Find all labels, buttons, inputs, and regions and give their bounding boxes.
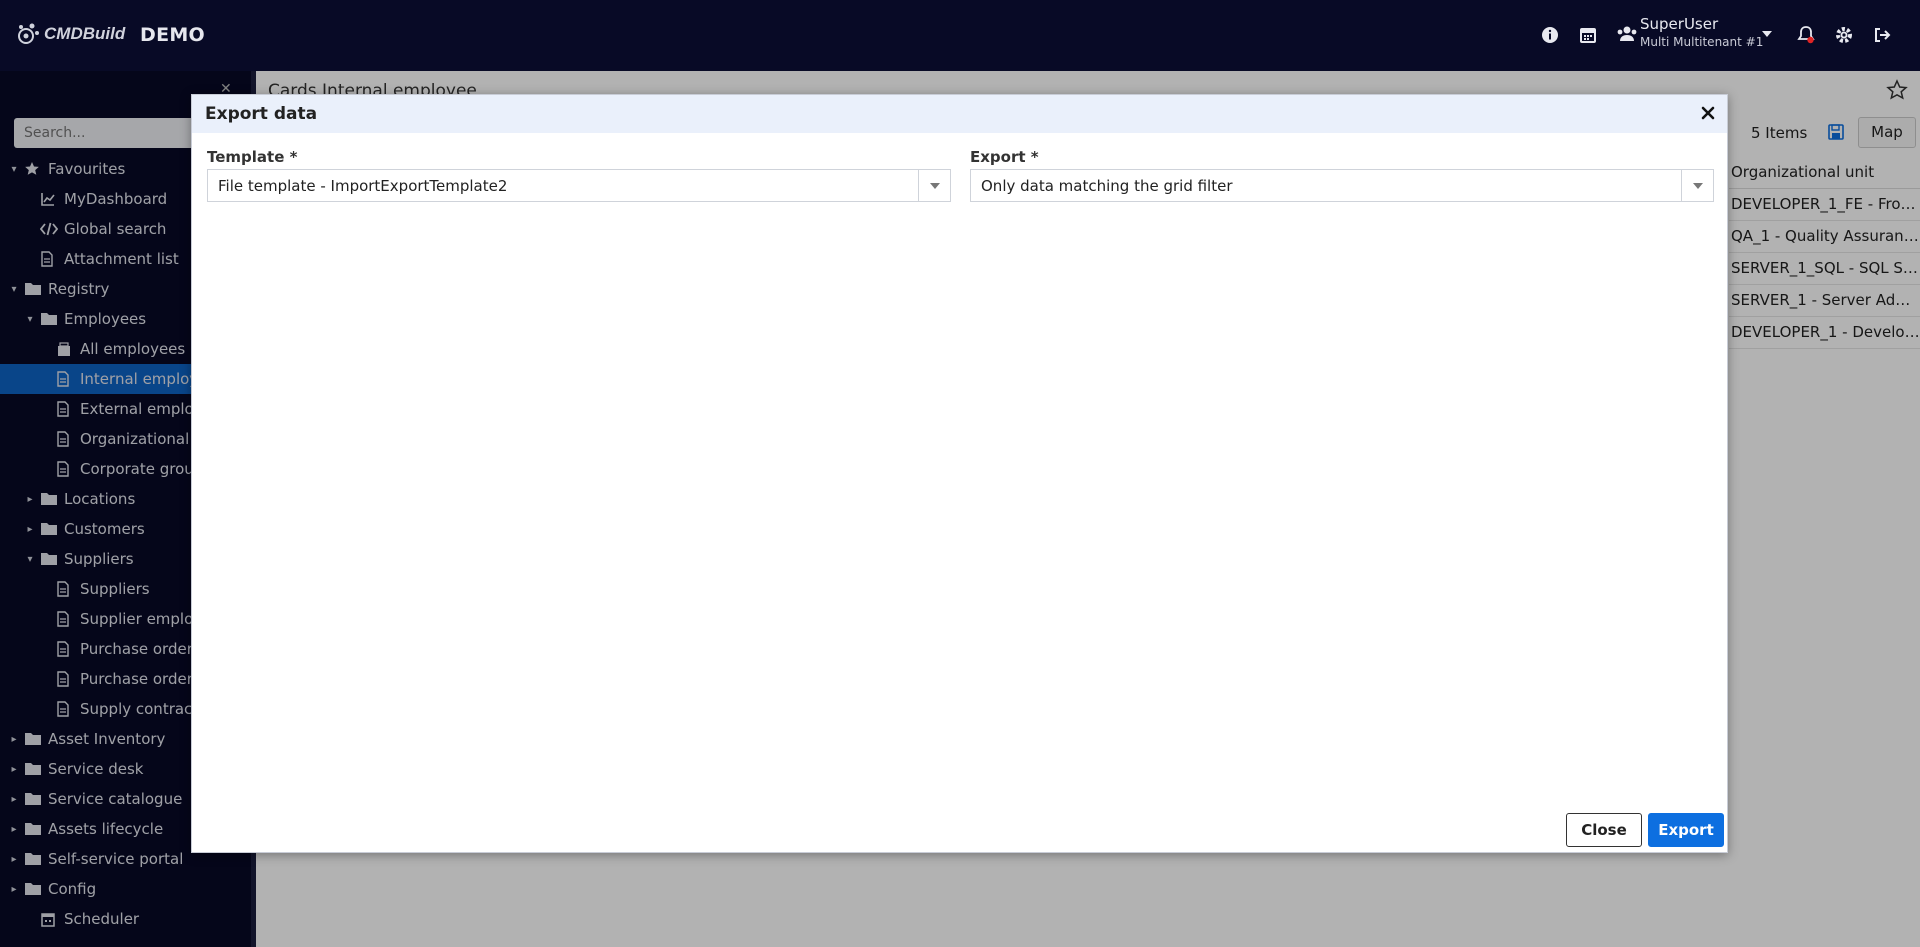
logo-text: CMDBuild bbox=[44, 24, 126, 43]
logout-icon[interactable] bbox=[1872, 25, 1892, 45]
chevron-down-icon[interactable] bbox=[1762, 31, 1772, 37]
export-label: Export * bbox=[970, 148, 1039, 166]
chevron-down-icon[interactable] bbox=[918, 170, 950, 201]
template-label: Template * bbox=[207, 148, 298, 166]
app-header: CMDBuild DEMO SuperUser Multi Multitenan… bbox=[0, 0, 1920, 71]
user-tenant: Multi Multitenant #1 bbox=[1640, 35, 1764, 49]
close-icon[interactable] bbox=[1699, 104, 1717, 122]
dialog-title: Export data bbox=[205, 104, 318, 124]
logo[interactable]: CMDBuild bbox=[14, 20, 125, 48]
export-data-dialog: Export data Template * File template - I… bbox=[191, 94, 1728, 853]
bell-icon[interactable] bbox=[1796, 25, 1816, 45]
gear-icon[interactable] bbox=[1834, 25, 1854, 45]
chevron-down-icon[interactable] bbox=[1681, 170, 1713, 201]
close-button[interactable]: Close bbox=[1566, 813, 1642, 847]
template-value: File template - ImportExportTemplate2 bbox=[218, 177, 508, 195]
info-icon[interactable] bbox=[1540, 25, 1560, 45]
export-mode-select[interactable]: Only data matching the grid filter bbox=[970, 169, 1714, 202]
dialog-header: Export data bbox=[192, 95, 1727, 133]
users-icon bbox=[1616, 25, 1637, 45]
calendar-icon[interactable] bbox=[1578, 25, 1598, 45]
export-button[interactable]: Export bbox=[1648, 813, 1724, 847]
template-select[interactable]: File template - ImportExportTemplate2 bbox=[207, 169, 951, 202]
user-name: SuperUser bbox=[1640, 15, 1719, 33]
app-name: DEMO bbox=[140, 24, 206, 46]
cmdbuild-logo-icon bbox=[14, 20, 42, 48]
export-mode-value: Only data matching the grid filter bbox=[981, 177, 1233, 195]
